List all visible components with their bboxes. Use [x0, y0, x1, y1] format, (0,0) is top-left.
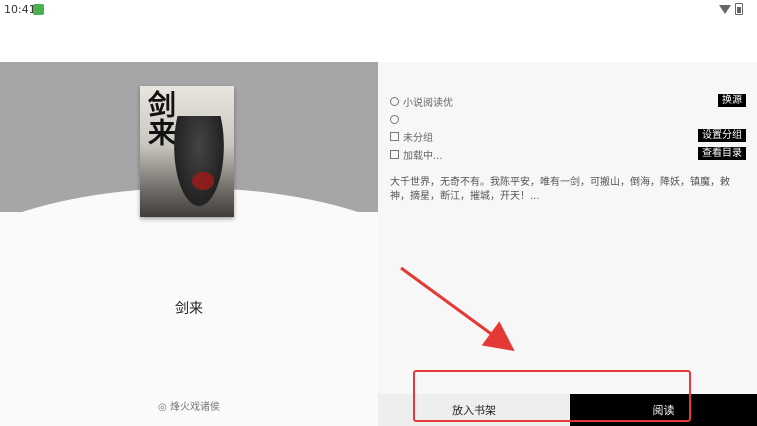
wifi-icon [719, 4, 731, 14]
group-label: 未分组 [403, 132, 433, 144]
book-cover-panel: 剑来 剑来 ◎ 烽火戏诸侯 [0, 62, 378, 426]
author-row[interactable]: ◎ 烽火戏诸侯 [0, 398, 378, 413]
change-source-button[interactable]: 换源 [718, 94, 746, 107]
bottom-action-bar: 放入书架 阅读 [378, 394, 757, 426]
add-to-shelf-button[interactable]: 放入书架 [378, 394, 570, 426]
book-intro: 大千世界，无奇不有。我陈平安，唯有一剑，可搬山，倒海，降妖，镇魔，敕神，摘星，断… [390, 177, 730, 202]
book-info-panel: 小说阅读优 换源 未分组 设置分组 加载中... 查看目录 大千世界，无奇不有。… [378, 62, 757, 426]
status-time: 10:41 [4, 3, 36, 16]
book-title: 剑来 [175, 301, 203, 317]
book-cover[interactable]: 剑来 [140, 86, 234, 217]
source-row: 小说阅读优 换源 [390, 94, 748, 109]
toc-status-label: 加载中... [403, 150, 443, 162]
compass-row [390, 112, 748, 126]
battery-icon [735, 3, 743, 15]
set-group-button[interactable]: 设置分组 [698, 129, 746, 142]
globe-icon [390, 96, 399, 106]
source-label: 小说阅读优 [403, 97, 453, 109]
annotation-arrow [400, 266, 515, 352]
author-name: 烽火戏诸侯 [169, 402, 220, 413]
toc-row: 加载中... 查看目录 [390, 147, 748, 162]
compass-icon [390, 114, 399, 124]
group-row: 未分组 设置分组 [390, 129, 748, 144]
app-notification-icon [33, 4, 44, 15]
read-button[interactable]: 阅读 [570, 394, 757, 426]
author-icon: ◎ [158, 402, 170, 413]
group-icon [390, 131, 399, 141]
folder-icon [390, 149, 399, 159]
status-bar: 10:41 [0, 0, 757, 22]
status-indicators [719, 3, 743, 15]
cover-figure-art [170, 116, 228, 216]
view-toc-button[interactable]: 查看目录 [698, 147, 746, 160]
cover-accent-art [192, 172, 214, 190]
